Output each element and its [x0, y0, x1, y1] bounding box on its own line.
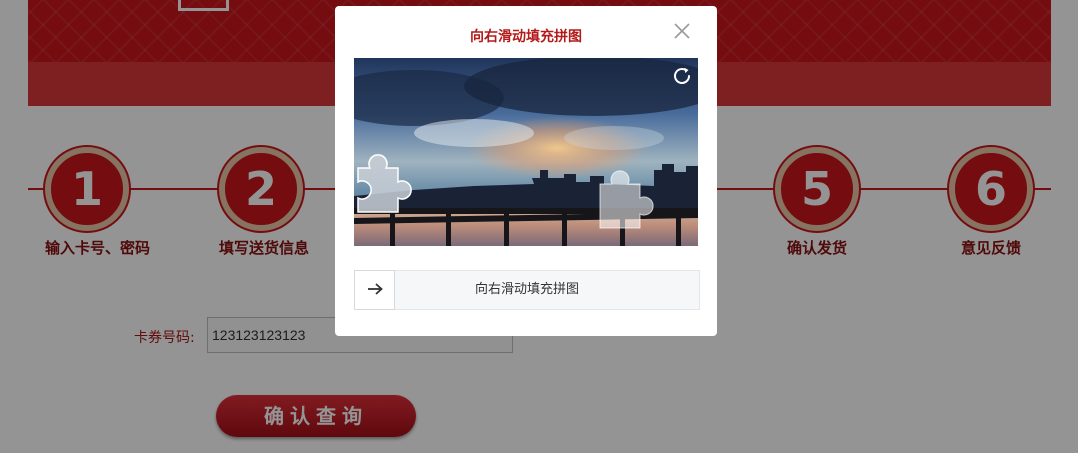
slider-track[interactable]: 向右滑动填充拼图	[354, 270, 700, 310]
captcha-modal: 向右滑动填充拼图 向右滑动填充拼图	[335, 6, 717, 336]
refresh-icon[interactable]	[670, 64, 694, 88]
captcha-title: 向右滑动填充拼图	[470, 29, 582, 45]
arrow-right-icon	[366, 281, 384, 300]
slider-hint: 向右滑动填充拼图	[474, 282, 579, 297]
slider-handle[interactable]	[354, 270, 395, 310]
captcha-image	[354, 58, 698, 246]
close-icon[interactable]	[671, 20, 693, 42]
